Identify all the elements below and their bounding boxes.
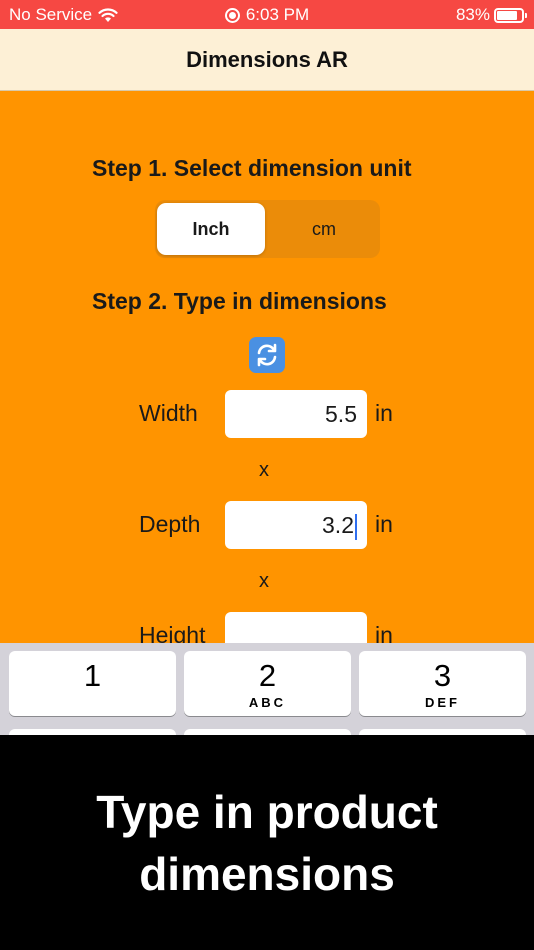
text-cursor	[355, 513, 357, 540]
status-bar: No Service 6:03 PM 83%	[0, 0, 534, 29]
main-content[interactable]: Step 1. Select dimension unit Inch cm St…	[0, 91, 534, 643]
height-input[interactable]	[225, 612, 367, 643]
key-3[interactable]: 3 DEF	[359, 651, 526, 716]
key-1-digit: 1	[83, 658, 102, 693]
swap-arrows-glyph	[257, 343, 277, 367]
key-2-digit: 2	[258, 658, 277, 693]
numeric-keyboard: 1 2 ABC 3 DEF	[0, 643, 534, 735]
key-2[interactable]: 2 ABC	[184, 651, 351, 716]
battery-percent: 83%	[455, 5, 490, 24]
step1-title: Step 1. Select dimension unit	[92, 155, 412, 181]
depth-value: 3.2	[322, 512, 354, 538]
depth-input[interactable]: 3.2	[225, 501, 367, 549]
depth-label: Depth	[139, 511, 201, 537]
unit-segmented-control[interactable]: Inch cm	[155, 200, 380, 258]
navigation-bar: Dimensions AR	[0, 29, 534, 91]
key-2-letters: ABC	[248, 695, 287, 710]
depth-unit: in	[375, 511, 393, 537]
screen-recording-icon	[224, 7, 240, 23]
swap-arrows-icon[interactable]	[249, 337, 285, 373]
status-center: 6:03 PM	[0, 5, 534, 25]
promo-caption: Type in product dimensions	[0, 735, 534, 950]
times-separator: x	[259, 570, 269, 592]
unit-option-cm[interactable]: cm	[270, 203, 378, 255]
caption-text: Type in product dimensions	[96, 785, 438, 900]
height-unit: in	[375, 622, 393, 643]
width-input[interactable]: 5.5	[225, 390, 367, 438]
width-label: Width	[139, 400, 198, 426]
key-3-digit: 3	[433, 658, 452, 693]
status-time: 6:03 PM	[245, 5, 310, 24]
page-title: Dimensions AR	[186, 46, 348, 72]
times-separator: x	[259, 459, 269, 481]
unit-option-inch[interactable]: Inch	[157, 203, 265, 255]
battery-icon	[494, 7, 527, 23]
height-label: Height	[139, 622, 206, 643]
width-unit: in	[375, 400, 393, 426]
key-1[interactable]: 1	[9, 651, 176, 716]
step2-title: Step 2. Type in dimensions	[92, 288, 387, 314]
key-3-letters: DEF	[425, 695, 460, 710]
width-value: 5.5	[325, 401, 357, 427]
status-right: 83%	[455, 5, 527, 25]
